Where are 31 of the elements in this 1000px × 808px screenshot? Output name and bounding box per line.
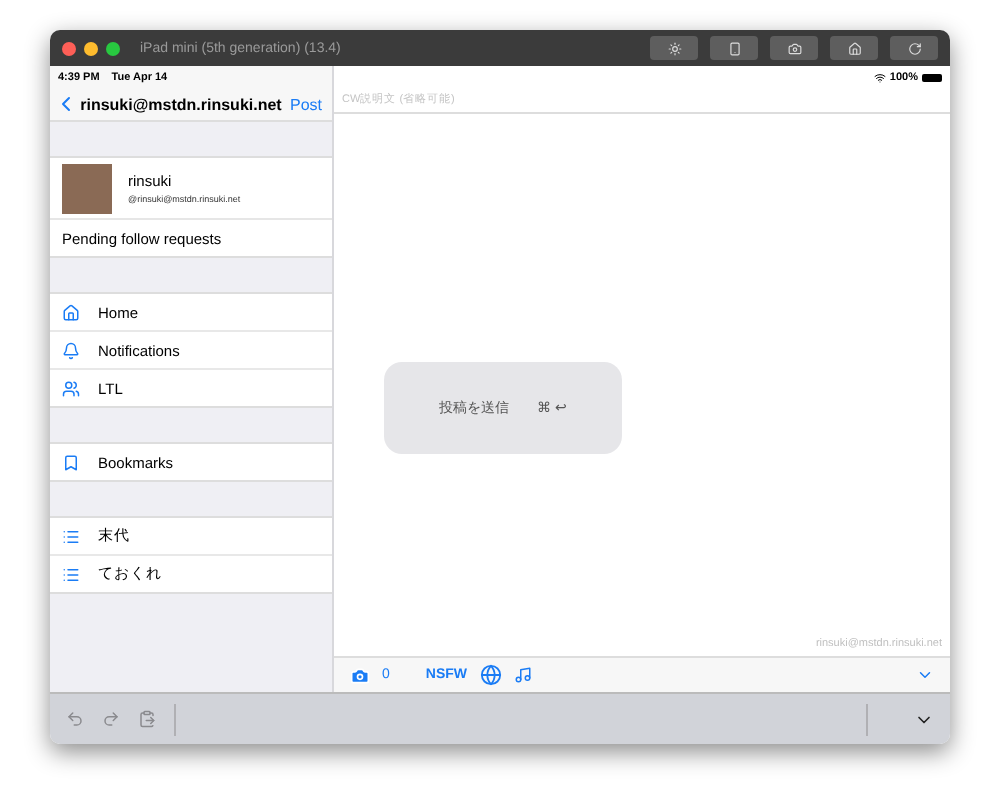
avatar-placeholder	[62, 163, 112, 213]
screenshot-button[interactable]	[710, 36, 758, 60]
phone-icon	[727, 41, 741, 55]
list-icon	[62, 565, 80, 583]
people-icon	[62, 379, 80, 397]
home-icon	[62, 303, 80, 321]
minimize-button[interactable]	[84, 41, 98, 55]
music-icon[interactable]	[513, 666, 532, 684]
undo-icon[interactable]	[66, 710, 84, 728]
bell-icon	[62, 341, 80, 359]
camera-icon[interactable]	[350, 665, 370, 685]
rotate-icon	[907, 41, 921, 55]
camera-button[interactable]	[770, 36, 818, 60]
home-button[interactable]	[830, 36, 878, 60]
zoom-button[interactable]	[106, 41, 120, 55]
list-icon	[62, 527, 80, 545]
account-title: rinsuki@mstdn.rinsuki.net	[78, 95, 284, 113]
wifi-icon	[873, 71, 886, 83]
rotate-button[interactable]	[890, 36, 938, 60]
redo-icon[interactable]	[102, 710, 120, 728]
paste-icon[interactable]	[138, 710, 156, 728]
brightness-button[interactable]	[650, 36, 698, 60]
home-icon	[847, 41, 861, 55]
globe-icon[interactable]	[479, 664, 502, 686]
post-button[interactable]: Post	[283, 95, 328, 113]
chevron-down-icon[interactable]	[916, 666, 934, 684]
close-button[interactable]	[62, 41, 76, 55]
sun-icon	[667, 41, 681, 55]
camera-icon	[787, 41, 801, 55]
bookmark-icon	[62, 453, 80, 471]
battery-icon	[922, 73, 942, 81]
